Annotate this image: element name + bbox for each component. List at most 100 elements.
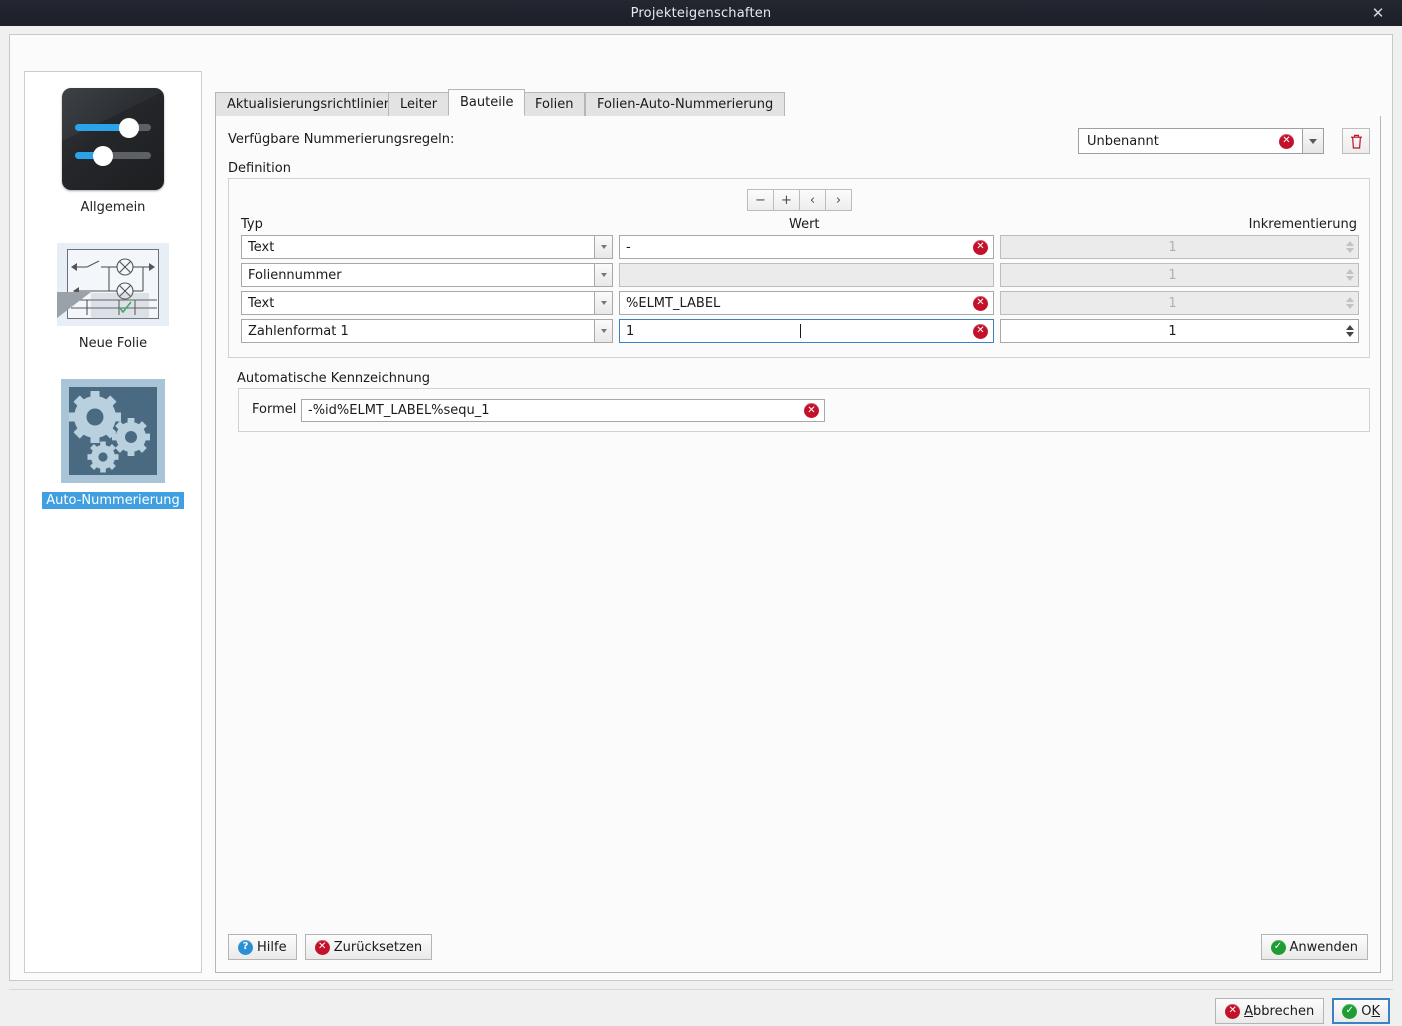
add-row-button[interactable]: + [773, 189, 800, 211]
chevron-down-icon[interactable] [594, 291, 613, 315]
remove-row-label: − [755, 193, 766, 208]
ok-button-accel: K [1371, 1004, 1380, 1019]
typ-select[interactable]: Zahlenformat 1 [241, 319, 613, 343]
wert-input[interactable]: %ELMT_LABEL ✕ [619, 291, 994, 315]
tab-bar: Aktualisierungsrichtlinien Leiter Bautei… [215, 93, 1381, 117]
inkrementierung-value: 1 [1001, 324, 1358, 339]
tab-folien-auto-nummerierung[interactable]: Folien-Auto-Nummerierung [585, 92, 785, 116]
ok-button[interactable]: ✓ OK [1332, 998, 1390, 1024]
clear-circle-icon[interactable]: ✕ [804, 403, 819, 418]
inkrementierung-stepper: 1 [1000, 291, 1359, 315]
typ-select[interactable]: Foliennummer [241, 263, 613, 287]
tab-label: Folien [535, 97, 573, 112]
move-left-button[interactable]: ‹ [799, 189, 826, 211]
table-row: Text %ELMT_LABEL ✕ 1 [241, 291, 1359, 315]
auto-marking-group: Formel -%id%ELMT_LABEL%sequ_1 ✕ [238, 388, 1370, 432]
tab-label: Folien-Auto-Nummerierung [597, 97, 773, 112]
tab-aktualisierungsrichtlinien[interactable]: Aktualisierungsrichtlinien [215, 92, 404, 116]
wert-input[interactable]: - ✕ [619, 235, 994, 259]
window-title: Projekteigenschaften [631, 6, 772, 21]
trash-icon[interactable] [1342, 128, 1370, 154]
definition-group: − + ‹ › Typ Wert Inkrementierung Text [228, 178, 1370, 358]
sidebar-item-auto-nummerierung[interactable]: Auto-Nummerierung [25, 352, 201, 509]
wert-input [619, 263, 994, 287]
clear-circle-icon: ✕ [1225, 1004, 1240, 1019]
dialog-footer: ✕ Abbrechen ✓ OK [1215, 998, 1390, 1024]
clear-circle-icon[interactable]: ✕ [973, 324, 988, 339]
inkrementierung-stepper: 1 [1000, 263, 1359, 287]
typ-select-value: Text [241, 235, 594, 259]
auto-marking-label: Automatische Kennzeichnung [237, 371, 430, 386]
help-button[interactable]: ? Hilfe [228, 934, 297, 960]
apply-button[interactable]: ✓ Anwenden [1261, 934, 1369, 960]
move-right-button[interactable]: › [825, 189, 852, 211]
stepper-arrows-icon [1343, 293, 1356, 313]
chevron-down-icon[interactable] [1302, 128, 1324, 154]
schematic-sheet-icon [57, 243, 169, 326]
numbering-rules-combo[interactable]: Unbenannt ✕ [1078, 128, 1324, 154]
inkrementierung-stepper[interactable]: 1 [1000, 319, 1359, 343]
tab-leiter[interactable]: Leiter [388, 92, 449, 116]
help-button-label: Hilfe [257, 940, 287, 955]
inkrementierung-value: 1 [1001, 240, 1358, 255]
clear-circle-icon[interactable]: ✕ [973, 240, 988, 255]
cancel-button-label: bbrechen [1253, 1004, 1314, 1019]
sidebar: Allgemein [24, 71, 202, 973]
typ-select[interactable]: Text [241, 291, 613, 315]
move-right-label: › [836, 193, 841, 208]
check-circle-icon: ✓ [1271, 940, 1286, 955]
formel-label: Formel [252, 402, 296, 417]
tab-panel-bauteile: Verfügbare Nummerierungsregeln: Unbenann… [215, 116, 1381, 973]
clear-circle-icon[interactable]: ✕ [1279, 134, 1294, 149]
table-row: Foliennummer 1 [241, 263, 1359, 287]
reset-button[interactable]: ✕ Zurücksetzen [305, 934, 432, 960]
wert-input-value: - [626, 240, 973, 255]
column-header-typ: Typ [241, 217, 263, 232]
clear-circle-icon[interactable]: ✕ [973, 296, 988, 311]
cancel-button[interactable]: ✕ Abbrechen [1215, 998, 1324, 1024]
move-left-label: ‹ [810, 193, 815, 208]
chevron-down-icon[interactable] [594, 319, 613, 343]
column-header-inkrementierung: Inkrementierung [1249, 217, 1357, 232]
tab-label: Aktualisierungsrichtlinien [227, 97, 392, 112]
help-icon: ? [238, 940, 253, 955]
window-titlebar: Projekteigenschaften ✕ [0, 0, 1402, 26]
typ-select-value: Zahlenformat 1 [241, 319, 594, 343]
chevron-down-icon[interactable] [594, 263, 613, 287]
inkrementierung-stepper: 1 [1000, 235, 1359, 259]
panel-action-bar: ? Hilfe ✕ Zurücksetzen ✓ Anwenden [228, 934, 1368, 960]
row-nav-buttons: − + ‹ › [747, 189, 851, 211]
apply-button-label: Anwenden [1290, 940, 1359, 955]
stepper-arrows-icon [1343, 237, 1356, 257]
stepper-arrows-icon [1343, 265, 1356, 285]
stepper-arrows-icon[interactable] [1343, 321, 1356, 341]
remove-row-button[interactable]: − [747, 189, 774, 211]
dialog-body: Allgemein [0, 26, 1402, 1026]
tab-folien[interactable]: Folien [523, 92, 585, 116]
footer-divider [9, 989, 1393, 990]
chevron-down-icon[interactable] [594, 235, 613, 259]
sidebar-item-label: Allgemein [77, 199, 150, 216]
reset-button-label: Zurücksetzen [334, 940, 422, 955]
inkrementierung-value: 1 [1001, 296, 1358, 311]
sidebar-item-label: Neue Folie [75, 335, 151, 352]
definition-label: Definition [228, 161, 291, 176]
tab-bauteile[interactable]: Bauteile [448, 89, 525, 116]
clear-circle-icon: ✕ [315, 940, 330, 955]
formel-input[interactable]: -%id%ELMT_LABEL%sequ_1 ✕ [301, 399, 825, 422]
sidebar-item-allgemein[interactable]: Allgemein [25, 72, 201, 216]
numbering-rules-row: Verfügbare Nummerierungsregeln: Unbenann… [228, 128, 1370, 154]
wert-input[interactable]: 1 ✕ [619, 319, 994, 343]
typ-select[interactable]: Text [241, 235, 613, 259]
tab-label: Leiter [400, 97, 437, 112]
numbering-rules-combo-text[interactable]: Unbenannt ✕ [1078, 128, 1302, 154]
close-icon[interactable]: ✕ [1360, 0, 1396, 26]
ok-button-label: O [1361, 1004, 1371, 1019]
inkrementierung-value: 1 [1001, 268, 1358, 283]
definition-rows: Text - ✕ 1 [241, 235, 1359, 347]
formel-input-value: -%id%ELMT_LABEL%sequ_1 [308, 403, 804, 418]
typ-select-value: Text [241, 291, 594, 315]
tab-label: Bauteile [460, 95, 513, 110]
sidebar-item-neue-folie[interactable]: Neue Folie [25, 216, 201, 352]
cancel-button-accel: A [1244, 1004, 1253, 1019]
